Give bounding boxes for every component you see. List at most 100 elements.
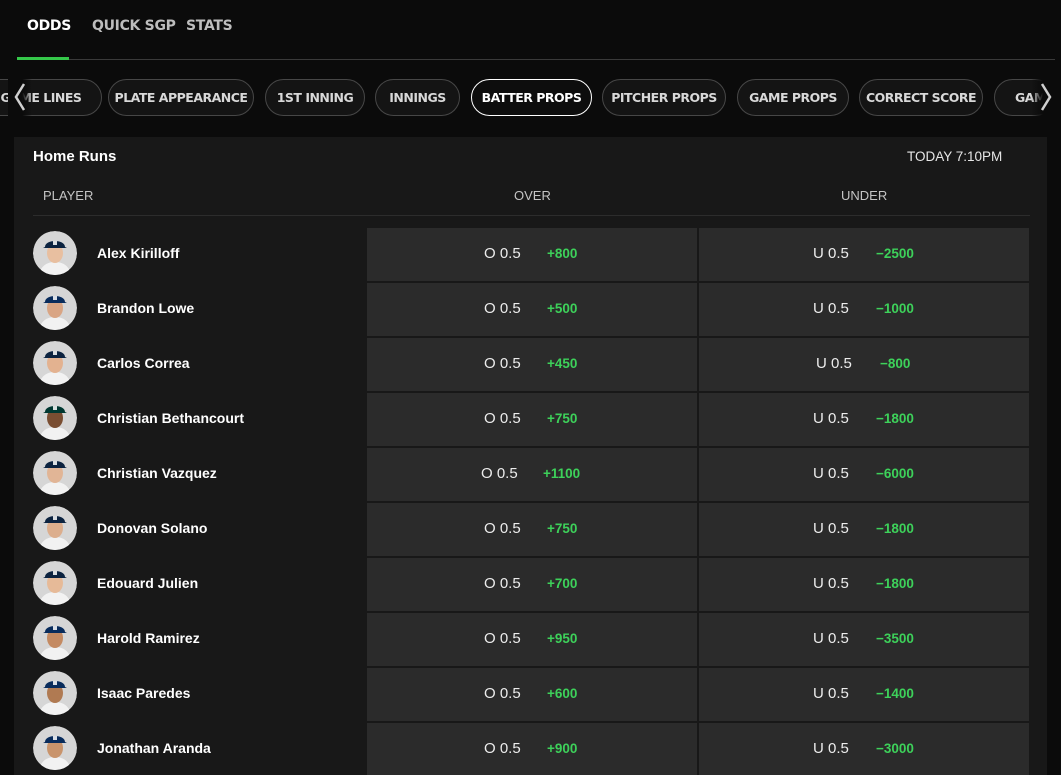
player-name: Jonathan Aranda: [97, 740, 211, 756]
player-avatar: [33, 451, 77, 495]
tab-odds[interactable]: ODDS: [27, 18, 71, 34]
table-row: Alex Kirilloff O 0.5 +800 U 0.5 −2500: [33, 228, 1029, 281]
under-line: U 0.5: [813, 740, 849, 757]
tab-divider: [17, 59, 1055, 60]
under-line: U 0.5: [813, 575, 849, 592]
player-name: Donovan Solano: [97, 520, 208, 536]
player-name: Edouard Julien: [97, 575, 199, 591]
category-1st-inning[interactable]: 1ST INNING: [265, 79, 365, 116]
over-column-header: OVER: [514, 188, 551, 203]
category-plate-appearance[interactable]: PLATE APPEARANCE: [108, 79, 254, 116]
over-price: +700: [547, 576, 578, 591]
over-line: O 0.5: [484, 355, 521, 372]
scroll-left-button[interactable]: [8, 76, 32, 118]
under-odds-button[interactable]: U 0.5 −800: [699, 338, 1029, 391]
player-headshot-icon: [33, 726, 77, 770]
under-odds-button[interactable]: U 0.5 −1800: [699, 558, 1029, 611]
player-avatar: [33, 341, 77, 385]
under-odds-button[interactable]: U 0.5 −1000: [699, 283, 1029, 336]
player-name: Christian Bethancourt: [97, 410, 245, 426]
market-panel: Home Runs TODAY 7:10PM PLAYER OVER UNDER…: [14, 137, 1047, 775]
over-odds-button[interactable]: O 0.5 +600: [367, 668, 697, 721]
under-odds-button[interactable]: U 0.5 −6000: [699, 448, 1029, 501]
under-column-header: UNDER: [841, 188, 888, 203]
over-odds-button[interactable]: O 0.5 +900: [367, 723, 697, 775]
player-avatar: [33, 616, 77, 660]
under-line: U 0.5: [813, 520, 849, 537]
under-odds-button[interactable]: U 0.5 −1400: [699, 668, 1029, 721]
over-odds-button[interactable]: O 0.5 +750: [367, 393, 697, 446]
over-line: O 0.5: [484, 575, 521, 592]
player-headshot-icon: [33, 286, 77, 330]
category-pitcher-props[interactable]: PITCHER PROPS: [602, 79, 726, 116]
over-line: O 0.5: [484, 245, 521, 262]
category-pill-bar: GAME LINES PLATE APPEARANCE 1ST INNING I…: [0, 76, 1061, 118]
player-headshot-icon: [33, 451, 77, 495]
under-price: −6000: [876, 466, 914, 481]
under-price: −1800: [876, 521, 914, 536]
under-odds-button[interactable]: U 0.5 −2500: [699, 228, 1029, 281]
over-odds-button[interactable]: O 0.5 +1100: [367, 448, 697, 501]
player-headshot-icon: [33, 396, 77, 440]
over-line: O 0.5: [484, 630, 521, 647]
under-price: −3500: [876, 631, 914, 646]
under-price: −800: [880, 356, 911, 371]
category-game-props[interactable]: GAME PROPS: [737, 79, 849, 116]
under-line: U 0.5: [813, 410, 849, 427]
tab-stats[interactable]: STATS: [186, 18, 233, 34]
player-headshot-icon: [33, 341, 77, 385]
under-line: U 0.5: [813, 630, 849, 647]
over-odds-button[interactable]: O 0.5 +450: [367, 338, 697, 391]
player-headshot-icon: [33, 506, 77, 550]
under-line: U 0.5: [816, 355, 852, 372]
player-avatar: [33, 726, 77, 770]
table-row: Edouard Julien O 0.5 +700 U 0.5 −1800: [33, 558, 1029, 611]
under-odds-button[interactable]: U 0.5 −3500: [699, 613, 1029, 666]
category-correct-score[interactable]: CORRECT SCORE: [859, 79, 983, 116]
table-row: Isaac Paredes O 0.5 +600 U 0.5 −1400: [33, 668, 1029, 721]
under-odds-button[interactable]: U 0.5 −3000: [699, 723, 1029, 775]
active-tab-indicator: [17, 57, 69, 60]
under-odds-button[interactable]: U 0.5 −1800: [699, 393, 1029, 446]
player-column-header: PLAYER: [43, 188, 94, 203]
over-line: O 0.5: [484, 740, 521, 757]
over-odds-button[interactable]: O 0.5 +500: [367, 283, 697, 336]
table-row: Carlos Correa O 0.5 +450 U 0.5 −800: [33, 338, 1029, 391]
player-avatar: [33, 561, 77, 605]
table-row: Christian Bethancourt O 0.5 +750 U 0.5 −1800: [33, 393, 1029, 446]
over-line: O 0.5: [484, 300, 521, 317]
chevron-right-icon: [1040, 83, 1052, 111]
over-price: +750: [547, 521, 578, 536]
over-line: O 0.5: [484, 410, 521, 427]
over-line: O 0.5: [484, 685, 521, 702]
over-odds-button[interactable]: O 0.5 +700: [367, 558, 697, 611]
player-avatar: [33, 396, 77, 440]
player-name: Carlos Correa: [97, 355, 190, 371]
over-price: +800: [547, 246, 578, 261]
player-name: Brandon Lowe: [97, 300, 195, 316]
table-row: Donovan Solano O 0.5 +750 U 0.5 −1800: [33, 503, 1029, 556]
player-avatar: [33, 506, 77, 550]
category-batter-props[interactable]: BATTER PROPS: [471, 79, 592, 116]
tab-quick-sgp[interactable]: QUICK SGP: [92, 18, 176, 34]
player-name: Christian Vazquez: [97, 465, 217, 481]
over-odds-button[interactable]: O 0.5 +950: [367, 613, 697, 666]
under-price: −2500: [876, 246, 914, 261]
player-name: Isaac Paredes: [97, 685, 191, 701]
top-tab-bar: ODDS QUICK SGP STATS: [0, 0, 1061, 62]
under-price: −1800: [876, 576, 914, 591]
table-row: Jonathan Aranda O 0.5 +900 U 0.5 −3000: [33, 723, 1029, 775]
over-price: +750: [547, 411, 578, 426]
player-name: Alex Kirilloff: [97, 245, 180, 261]
over-odds-button[interactable]: O 0.5 +800: [367, 228, 697, 281]
player-avatar: [33, 286, 77, 330]
over-odds-button[interactable]: O 0.5 +750: [367, 503, 697, 556]
category-innings[interactable]: INNINGS: [375, 79, 460, 116]
player-avatar: [33, 231, 77, 275]
scroll-right-button[interactable]: [1031, 76, 1061, 118]
over-line: O 0.5: [481, 465, 518, 482]
over-price: +500: [547, 301, 578, 316]
under-odds-button[interactable]: U 0.5 −1800: [699, 503, 1029, 556]
game-time: TODAY 7:10PM: [907, 149, 1003, 164]
player-headshot-icon: [33, 616, 77, 660]
